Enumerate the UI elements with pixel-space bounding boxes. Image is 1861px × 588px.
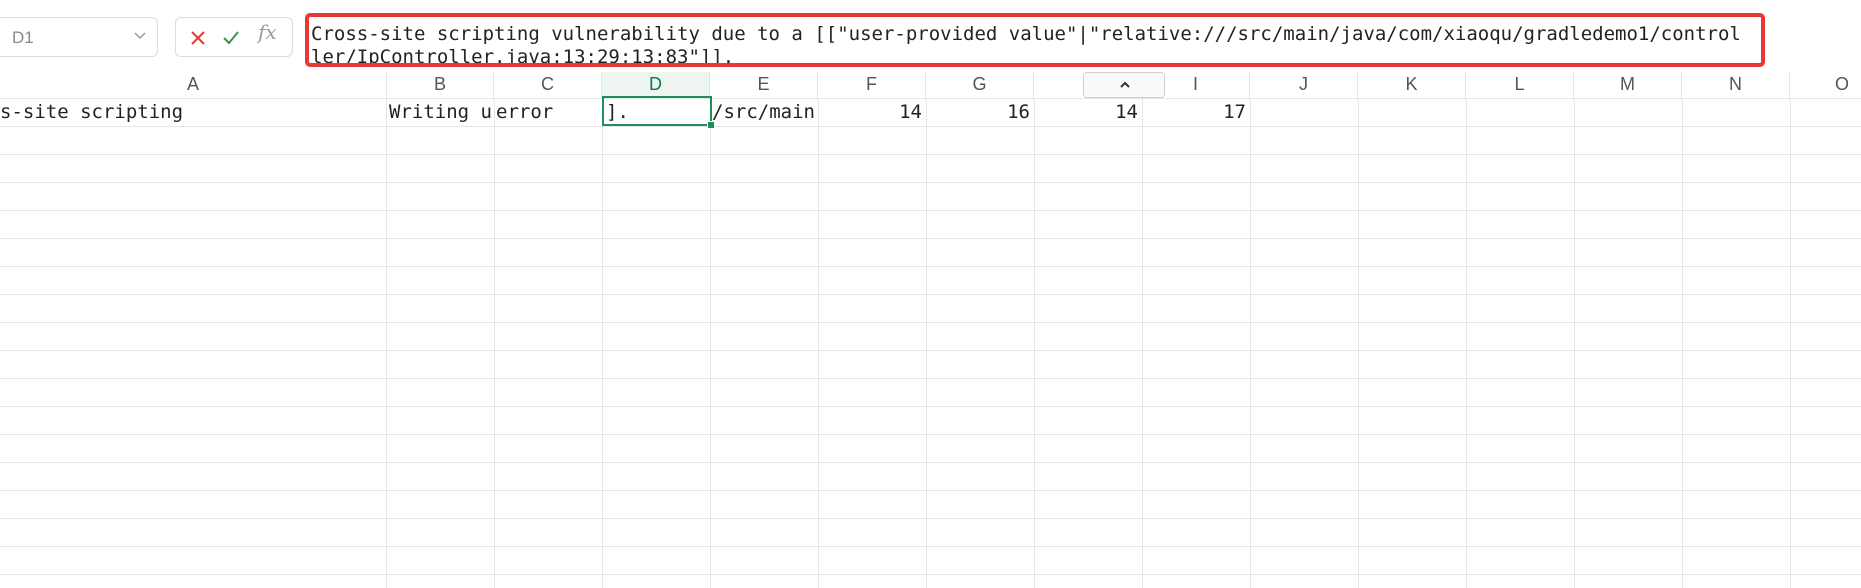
- chevron-up-icon: [1120, 81, 1130, 88]
- column-header-o[interactable]: O: [1790, 72, 1861, 98]
- sheet-grid[interactable]: s-site scripting Writing us error ]. /sr…: [0, 98, 1861, 588]
- name-box[interactable]: D1: [0, 17, 158, 57]
- cell-c1[interactable]: error: [496, 98, 600, 126]
- column-header-m[interactable]: M: [1574, 72, 1682, 98]
- column-header-g[interactable]: G: [926, 72, 1034, 98]
- fill-handle[interactable]: [707, 121, 715, 129]
- cell-reference: D1: [12, 28, 34, 47]
- column-header-c[interactable]: C: [494, 72, 602, 98]
- formula-text: Cross-site scripting vulnerability due t…: [311, 23, 1741, 67]
- chevron-down-icon[interactable]: [133, 28, 147, 42]
- column-header-l[interactable]: L: [1466, 72, 1574, 98]
- collapse-formula-button[interactable]: [1083, 72, 1165, 98]
- column-header-j[interactable]: J: [1250, 72, 1358, 98]
- column-header-a[interactable]: A: [0, 72, 387, 98]
- column-header-f[interactable]: F: [818, 72, 926, 98]
- column-header-k[interactable]: K: [1358, 72, 1466, 98]
- active-cell-selection: [602, 96, 712, 126]
- column-headers: A B C D E F G H I J K L M N O: [0, 72, 1861, 98]
- cell-i1[interactable]: 17: [1142, 98, 1246, 126]
- spreadsheet-window: D1 fx Cross-site scripting vulnerability…: [0, 0, 1861, 588]
- confirm-icon[interactable]: [221, 28, 241, 48]
- cell-g1[interactable]: 16: [926, 98, 1030, 126]
- cancel-icon[interactable]: [188, 28, 208, 48]
- cell-f1[interactable]: 14: [818, 98, 922, 126]
- formula-input[interactable]: Cross-site scripting vulnerability due t…: [305, 13, 1765, 67]
- column-header-b[interactable]: B: [387, 72, 494, 98]
- cell-e1[interactable]: /src/main/: [712, 98, 816, 126]
- column-header-d[interactable]: D: [602, 72, 710, 98]
- cell-a1[interactable]: s-site scripting: [0, 98, 384, 126]
- cell-b1[interactable]: Writing us: [389, 98, 493, 126]
- column-header-n[interactable]: N: [1682, 72, 1790, 98]
- column-header-e[interactable]: E: [710, 72, 818, 98]
- insert-function-icon[interactable]: fx: [258, 20, 277, 44]
- cell-h1[interactable]: 14: [1034, 98, 1138, 126]
